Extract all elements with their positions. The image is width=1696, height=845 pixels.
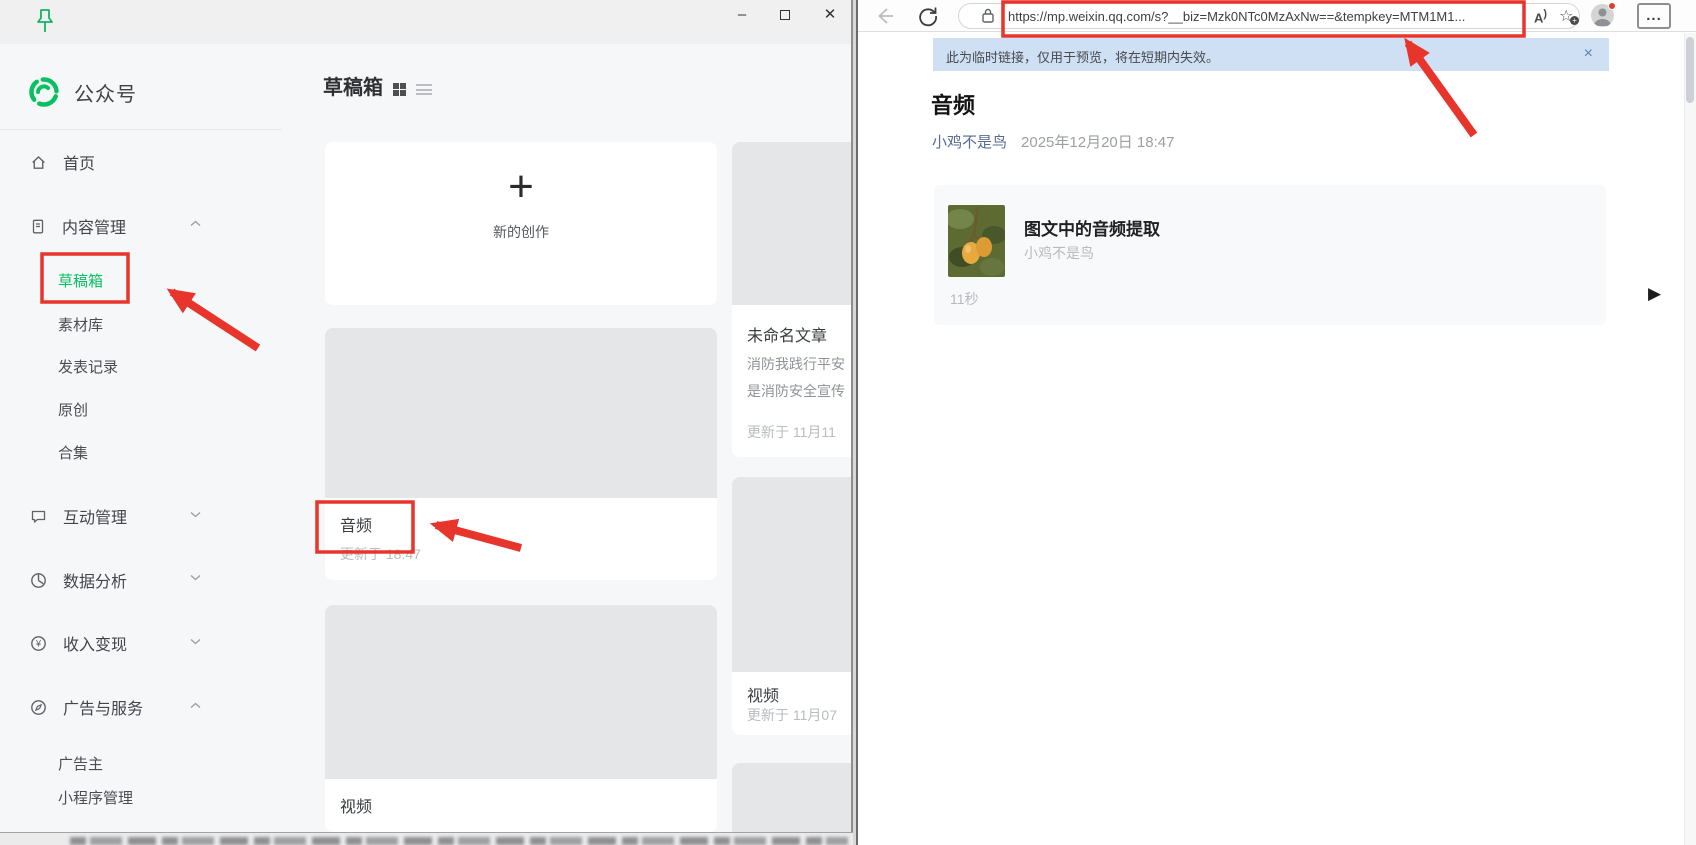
notification-dot bbox=[1608, 2, 1616, 10]
background-window-strip bbox=[0, 832, 853, 845]
list-view-icon[interactable] bbox=[416, 84, 432, 98]
chevron-down-icon[interactable] bbox=[190, 638, 201, 645]
chat-bubble-icon bbox=[31, 510, 46, 523]
browser-toolbar: https://mp.weixin.qq.com/s?__biz=Mzk0NTc… bbox=[858, 0, 1696, 32]
audio-title: 图文中的音频提取 bbox=[1024, 220, 1160, 239]
draft-title: 视频 bbox=[340, 799, 373, 816]
logo-text: 公众号 bbox=[74, 83, 137, 106]
temp-link-notice: 此为临时链接，仅用于预览，将在短期内失效。 × bbox=[933, 38, 1609, 71]
draft-thumbnail-placeholder bbox=[325, 328, 717, 498]
sidebar-item-original[interactable]: 原创 bbox=[58, 399, 88, 420]
draft-thumbnail-placeholder bbox=[325, 605, 717, 779]
draft-card-audio[interactable]: 音频 更新于 18:47 bbox=[325, 328, 717, 580]
audio-player-card: 图文中的音频提取 小鸡不是鸟 11秒 ▶ bbox=[934, 185, 1661, 325]
yuan-coin-icon: ¥ bbox=[31, 635, 46, 651]
notice-close-icon[interactable]: × bbox=[1584, 45, 1593, 63]
audio-author: 小鸡不是鸟 bbox=[1024, 245, 1094, 261]
document-icon bbox=[32, 219, 44, 233]
sidebar-label: 互动管理 bbox=[63, 510, 128, 527]
page-title: 草稿箱 bbox=[323, 77, 383, 99]
draft-updated-time: 更新于 11月07 bbox=[747, 707, 837, 723]
sidebar-item-home[interactable]: 首页 bbox=[30, 150, 250, 174]
draft-title: 未命名文章 bbox=[747, 328, 828, 345]
sidebar-label: 广告与服务 bbox=[63, 701, 144, 718]
draft-card-article[interactable]: 未命名文章 消防我践行平安 是消防安全宣传 更新于 11月11 bbox=[732, 142, 851, 457]
draft-card-partial[interactable] bbox=[732, 763, 851, 832]
draft-card-video[interactable]: 视频 bbox=[325, 605, 717, 832]
read-aloud-icon[interactable]: A) bbox=[1534, 8, 1547, 25]
draft-description: 是消防安全宣传 bbox=[747, 383, 845, 399]
compass-icon bbox=[31, 699, 46, 715]
draft-card-video-2[interactable]: 视频 更新于 11月07 bbox=[732, 477, 851, 735]
draft-thumbnail-placeholder bbox=[732, 477, 851, 672]
sidebar-item-content-management[interactable]: 内容管理 bbox=[30, 214, 250, 238]
left-window-titlebar: – ✕ bbox=[0, 0, 851, 44]
sidebar-item-analytics[interactable]: 数据分析 bbox=[30, 568, 250, 592]
chevron-down-icon[interactable] bbox=[190, 511, 201, 518]
background-window-blurred-text bbox=[70, 837, 848, 845]
draft-thumbnail-placeholder bbox=[732, 142, 851, 305]
pie-chart-icon bbox=[31, 572, 46, 588]
sidebar-item-ads-services[interactable]: 广告与服务 bbox=[30, 695, 250, 719]
url-text[interactable]: https://mp.weixin.qq.com/s?__biz=Mzk0NTc… bbox=[1008, 9, 1568, 24]
draft-description: 消防我践行平安 bbox=[747, 356, 845, 372]
article-title: 音频 bbox=[931, 93, 976, 118]
browser-preview-window: https://mp.weixin.qq.com/s?__biz=Mzk0NTc… bbox=[856, 0, 1696, 845]
pin-icon bbox=[37, 9, 53, 32]
browser-menu-button[interactable]: ... bbox=[1637, 3, 1671, 29]
new-creation-label: 新的创作 bbox=[493, 224, 549, 240]
notice-text: 此为临时链接，仅用于预览，将在短期内失效。 bbox=[946, 50, 1220, 65]
wechat-admin-body: 公众号 首页 内容管理 草稿箱 素材库 发表记录 原创 合集 互动管理 数据分析… bbox=[0, 44, 851, 832]
sidebar-label: 数据分析 bbox=[63, 574, 128, 591]
scrollbar-thumb[interactable] bbox=[1686, 37, 1694, 103]
new-creation-card[interactable]: + 新的创作 bbox=[325, 142, 717, 305]
sidebar-item-materials[interactable]: 素材库 bbox=[58, 314, 103, 335]
wechat-logo-icon bbox=[29, 77, 59, 107]
wechat-admin-window: – ✕ 公众号 首页 内容管理 草稿箱 素材库 发表记录 原创 合集 互动管理 … bbox=[0, 0, 853, 832]
favorite-add-badge: + bbox=[1570, 16, 1579, 25]
refresh-icon[interactable] bbox=[917, 5, 939, 27]
back-icon[interactable] bbox=[874, 5, 896, 27]
close-button[interactable]: ✕ bbox=[815, 2, 845, 28]
lock-icon[interactable] bbox=[981, 7, 995, 25]
grid-view-icon[interactable] bbox=[393, 83, 406, 96]
sidebar-item-advertiser[interactable]: 广告主 bbox=[58, 753, 103, 774]
plus-icon: + bbox=[508, 162, 534, 211]
play-icon[interactable]: ▶ bbox=[1648, 284, 1661, 304]
audio-thumbnail-image bbox=[948, 205, 1005, 277]
draft-thumbnail-placeholder bbox=[732, 763, 851, 832]
wechat-mp-logo[interactable]: 公众号 bbox=[28, 76, 137, 108]
chevron-down-icon[interactable] bbox=[190, 574, 201, 581]
chevron-up-icon[interactable] bbox=[190, 220, 201, 227]
sidebar-item-monetization[interactable]: ¥ 收入变现 bbox=[30, 631, 250, 655]
sidebar-item-collections[interactable]: 合集 bbox=[58, 442, 88, 463]
sidebar-divider bbox=[0, 129, 282, 130]
sidebar-item-drafts[interactable]: 草稿箱 bbox=[58, 270, 103, 291]
maximize-button[interactable] bbox=[770, 2, 800, 28]
sidebar-item-miniprogram[interactable]: 小程序管理 bbox=[58, 787, 133, 808]
article-author-link[interactable]: 小鸡不是鸟 bbox=[932, 134, 1007, 151]
svg-text:¥: ¥ bbox=[35, 638, 42, 648]
chevron-up-icon[interactable] bbox=[190, 702, 201, 709]
page-scrollbar[interactable] bbox=[1684, 33, 1696, 845]
article-date: 2025年12月20日 18:47 bbox=[1021, 134, 1175, 151]
sidebar-label: 首页 bbox=[63, 156, 96, 173]
sidebar-item-publish-records[interactable]: 发表记录 bbox=[58, 356, 118, 377]
draft-title: 视频 bbox=[747, 688, 780, 705]
draft-updated-time: 更新于 18:47 bbox=[340, 546, 421, 562]
sidebar-item-interaction[interactable]: 互动管理 bbox=[30, 504, 250, 528]
sidebar-label: 内容管理 bbox=[62, 220, 127, 237]
home-icon bbox=[32, 155, 45, 169]
minimize-button[interactable]: – bbox=[727, 2, 757, 28]
draft-updated-time: 更新于 11月11 bbox=[747, 424, 836, 440]
draft-title: 音频 bbox=[340, 518, 373, 535]
article-meta: 小鸡不是鸟 2025年12月20日 18:47 bbox=[932, 131, 1174, 152]
sidebar-label: 收入变现 bbox=[63, 637, 128, 654]
audio-duration: 11秒 bbox=[950, 291, 979, 307]
